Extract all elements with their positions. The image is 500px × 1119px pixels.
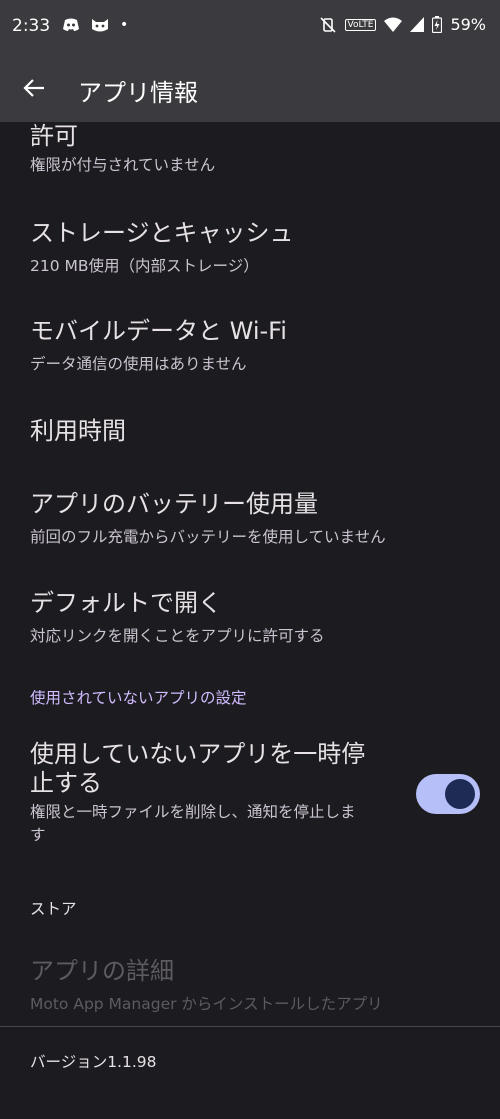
version-label: バージョン1.1.98 bbox=[30, 1053, 157, 1071]
vibrate-off-icon bbox=[319, 16, 336, 33]
battery-charging-icon bbox=[432, 16, 443, 33]
app-details-item: アプリの詳細 Moto App Manager からインストールしたアプリ bbox=[30, 951, 460, 1014]
item-subtitle: データ通信の使用はありません bbox=[30, 355, 247, 373]
notification-icons: • bbox=[62, 17, 128, 33]
item-title: アプリのバッテリー使用量 bbox=[30, 490, 318, 518]
item-title: デフォルトで開く bbox=[30, 589, 222, 617]
battery-percent: 59% bbox=[450, 15, 486, 34]
item-subtitle: 前回のフル充電からバッテリーを使用していません bbox=[30, 528, 386, 546]
item-title: アプリの詳細 bbox=[30, 957, 174, 985]
open-by-default-item[interactable]: デフォルトで開く 対応リンクを開くことをアプリに許可する bbox=[30, 583, 460, 646]
pause-unused-app-toggle[interactable] bbox=[416, 774, 480, 814]
system-status-icons: VoLTE 59% bbox=[319, 15, 486, 34]
item-subtitle-line-1: 権限と一時ファイルを削除し、通知を停止しま bbox=[30, 803, 356, 821]
item-title: 利用時間 bbox=[30, 417, 126, 445]
store-section-header: ストア bbox=[30, 900, 77, 918]
permissions-item[interactable]: 許可 権限が付与されていません bbox=[30, 116, 460, 175]
app-bar: アプリ情報 bbox=[0, 54, 500, 122]
unused-apps-section-header: 使用されていないアプリの設定 bbox=[30, 689, 247, 707]
wifi-icon bbox=[384, 17, 403, 32]
divider bbox=[0, 1026, 500, 1027]
status-time: 2:33 bbox=[12, 16, 51, 36]
battery-usage-item[interactable]: アプリのバッテリー使用量 前回のフル充電からバッテリーを使用していません bbox=[30, 484, 460, 547]
back-button[interactable] bbox=[20, 74, 48, 102]
volte-badge: VoLTE bbox=[344, 18, 377, 31]
mobile-data-wifi-item[interactable]: モバイルデータと Wi-Fi データ通信の使用はありません bbox=[30, 311, 460, 374]
status-bar: 2:33 • VoLTE 59% bbox=[0, 0, 500, 54]
discord-icon bbox=[63, 18, 79, 31]
item-title: 許可 bbox=[30, 122, 78, 150]
toggle-thumb bbox=[445, 779, 475, 809]
item-title-line-1: 使用していないアプリを一時停 bbox=[30, 740, 366, 768]
storage-cache-item[interactable]: ストレージとキャッシュ 210 MB使用（内部ストレージ） bbox=[30, 213, 460, 276]
item-subtitle: 210 MB使用（内部ストレージ） bbox=[30, 257, 259, 275]
item-title-line-2: 止する bbox=[30, 769, 102, 797]
item-subtitle: 権限が付与されていません bbox=[30, 156, 216, 174]
cell-signal-icon bbox=[410, 16, 425, 32]
more-notifications-dot: • bbox=[120, 17, 129, 33]
pause-unused-app-item[interactable]: 使用していないアプリを一時停 止する 権限と一時ファイルを削除し、通知を停止しま… bbox=[30, 740, 400, 846]
arrow-back-icon bbox=[23, 79, 44, 97]
item-title: ストレージとキャッシュ bbox=[30, 219, 294, 247]
screen-time-item[interactable]: 利用時間 bbox=[30, 411, 460, 446]
item-subtitle-line-2: す bbox=[30, 826, 46, 844]
page-title: アプリ情報 bbox=[78, 79, 198, 107]
item-subtitle: Moto App Manager からインストールしたアプリ bbox=[30, 995, 383, 1013]
item-subtitle: 対応リンクを開くことをアプリに許可する bbox=[30, 627, 325, 645]
cat-app-icon bbox=[92, 19, 108, 32]
item-title: モバイルデータと Wi-Fi bbox=[30, 317, 287, 345]
